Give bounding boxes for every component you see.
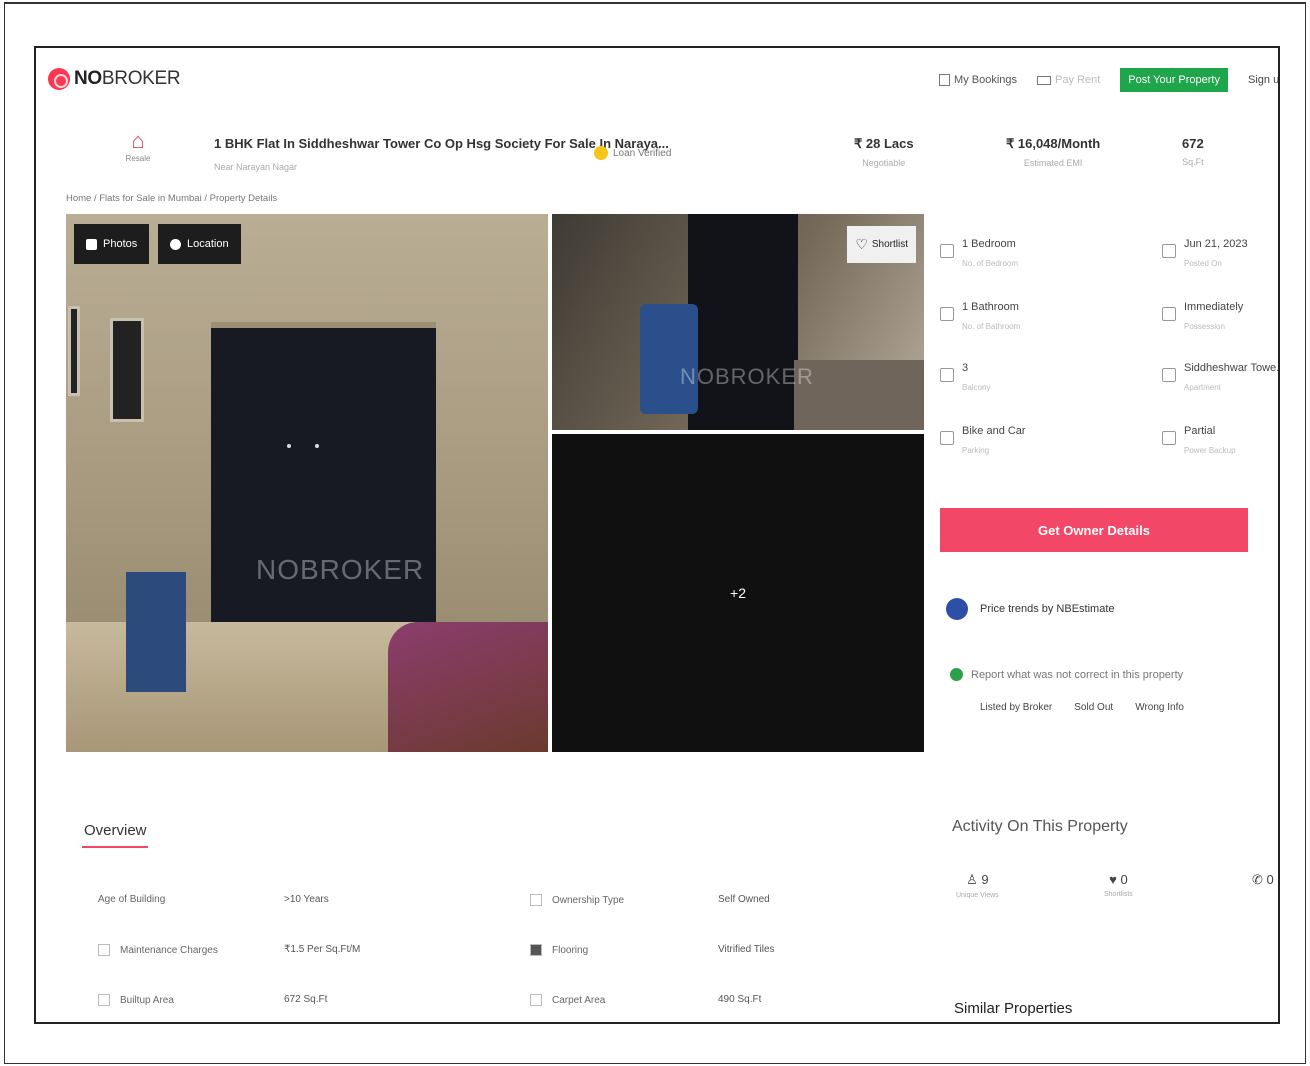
similar-properties-heading: Similar Properties <box>954 1000 1073 1017</box>
fact-possession: Immediately Possession <box>1162 301 1278 331</box>
calendar-icon <box>1162 244 1176 258</box>
more-photos-tile[interactable]: +2 <box>552 434 924 752</box>
emi-stat[interactable]: ₹ 16,048/Month Estimated EMI <box>1006 136 1100 168</box>
overview-row: Ownership Type <box>530 894 624 906</box>
activity-title: Activity On This Property <box>952 818 1128 835</box>
report-wrong-info[interactable]: Wrong Info <box>1135 702 1184 713</box>
phone-icon: ✆ <box>1252 872 1263 887</box>
fact-parking: Bike and Car Parking <box>940 425 1100 455</box>
shortlists-stat: ♥ 0 Shortlists <box>1104 872 1133 898</box>
breadcrumb[interactable]: Home / Flats for Sale in Mumbai / Proper… <box>66 193 277 204</box>
shortlist-button[interactable]: ♡ Shortlist <box>847 226 916 263</box>
resale-badge: ⌂ Resale <box>116 128 160 163</box>
overview-row: Maintenance Charges <box>98 944 218 956</box>
main-photo[interactable]: NOBROKER Photos Location <box>66 214 548 752</box>
bookings-icon <box>939 74 951 86</box>
logo-icon <box>48 68 70 90</box>
loan-verified-badge: Loan Verified <box>594 146 671 160</box>
house-icon: ⌂ <box>131 128 145 153</box>
contacts-stat: ✆ 0 <box>1252 872 1274 887</box>
car-icon <box>940 431 954 445</box>
verified-icon <box>594 146 608 160</box>
maintenance-icon <box>98 944 110 956</box>
more-photos-count: +2 <box>730 585 746 601</box>
overview-row: Flooring <box>530 944 588 956</box>
builtup-area-icon <box>98 994 110 1006</box>
report-sold-out[interactable]: Sold Out <box>1074 702 1113 713</box>
signup-link[interactable]: Sign up <box>1248 74 1278 86</box>
post-property-button[interactable]: Post Your Property <box>1120 68 1228 92</box>
maintenance-value: ₹1.5 Per Sq.Ft/M <box>284 944 361 955</box>
location-button[interactable]: Location <box>158 224 241 264</box>
building-icon <box>1162 368 1176 382</box>
price-trends-link[interactable]: Price trends by NBEstimate <box>946 598 1115 620</box>
bath-icon <box>940 307 954 321</box>
key-icon <box>1162 307 1176 321</box>
bed-icon <box>940 244 954 258</box>
browser-viewport: NOBROKER My Bookings Pay Rent Post Your … <box>34 46 1280 1024</box>
balcony-icon <box>940 368 954 382</box>
nobroker-logo[interactable]: NOBROKER <box>48 68 181 90</box>
flooring-icon <box>530 944 542 956</box>
pay-rent-link[interactable]: Pay Rent <box>1037 74 1100 86</box>
power-icon <box>1162 431 1176 445</box>
fact-apartment: Siddheshwar Towe... Apartment <box>1162 362 1278 392</box>
watermark: NOBROKER <box>680 364 814 389</box>
trend-icon <box>946 598 968 620</box>
compass-icon <box>170 238 181 250</box>
price-stat: ₹ 28 Lacs Negotiable <box>854 136 914 168</box>
flooring-value: Vitrified Tiles <box>718 944 775 955</box>
heart-icon: ♡ <box>855 236 868 252</box>
carpet-area-value: 490 Sq.Ft <box>718 994 762 1005</box>
age-label: Age of Building <box>98 894 166 905</box>
logo-text: NOBROKER <box>74 68 181 89</box>
builtup-area-value: 672 Sq.Ft <box>284 994 328 1005</box>
fact-bathroom: 1 Bathroom No. of Bathroom <box>940 301 1100 331</box>
top-nav: My Bookings Pay Rent Post Your Property … <box>939 68 1278 92</box>
ownership-value: Self Owned <box>718 894 770 905</box>
area-stat: 672 Sq.Ft <box>1182 136 1204 167</box>
property-locality: Near Narayan Nagar <box>214 162 298 172</box>
overview-row: Carpet Area <box>530 994 605 1006</box>
carpet-area-icon <box>530 994 542 1006</box>
person-icon: ♙ <box>966 872 978 887</box>
wall-picture <box>68 306 80 396</box>
fact-power-backup: Partial Power Backup <box>1162 425 1278 455</box>
report-prompt: Report what was not correct in this prop… <box>950 668 1183 681</box>
camera-icon <box>86 238 97 250</box>
kitchen-photo[interactable]: NOBROKER ♡ Shortlist <box>552 214 924 430</box>
report-icon <box>950 668 963 681</box>
overview-row: Builtup Area <box>98 994 174 1006</box>
fact-bedroom: 1 Bedroom No. of Bedroom <box>940 238 1100 268</box>
my-bookings-link[interactable]: My Bookings <box>939 74 1017 86</box>
overview-underline <box>82 846 148 848</box>
card-icon <box>1037 75 1052 85</box>
heart-icon: ♥ <box>1109 872 1117 887</box>
wall-picture <box>110 318 144 422</box>
report-listed-by-broker[interactable]: Listed by Broker <box>980 702 1052 713</box>
unique-views-stat: ♙ 9 Unique Views <box>956 872 999 899</box>
watermark: NOBROKER <box>256 554 425 585</box>
report-options: Listed by Broker Sold Out Wrong Info <box>980 702 1184 713</box>
fact-posted-on: Jun 21, 2023 Posted On <box>1162 238 1278 268</box>
overview-tab[interactable]: Overview <box>84 822 147 839</box>
photos-button[interactable]: Photos <box>74 224 150 264</box>
fact-balcony: 3 Balcony <box>940 362 1100 392</box>
age-value: >10 Years <box>284 894 329 905</box>
ownership-icon <box>530 894 542 906</box>
get-owner-details-button[interactable]: Get Owner Details <box>940 508 1248 552</box>
overview-row: Age of Building <box>98 894 165 905</box>
